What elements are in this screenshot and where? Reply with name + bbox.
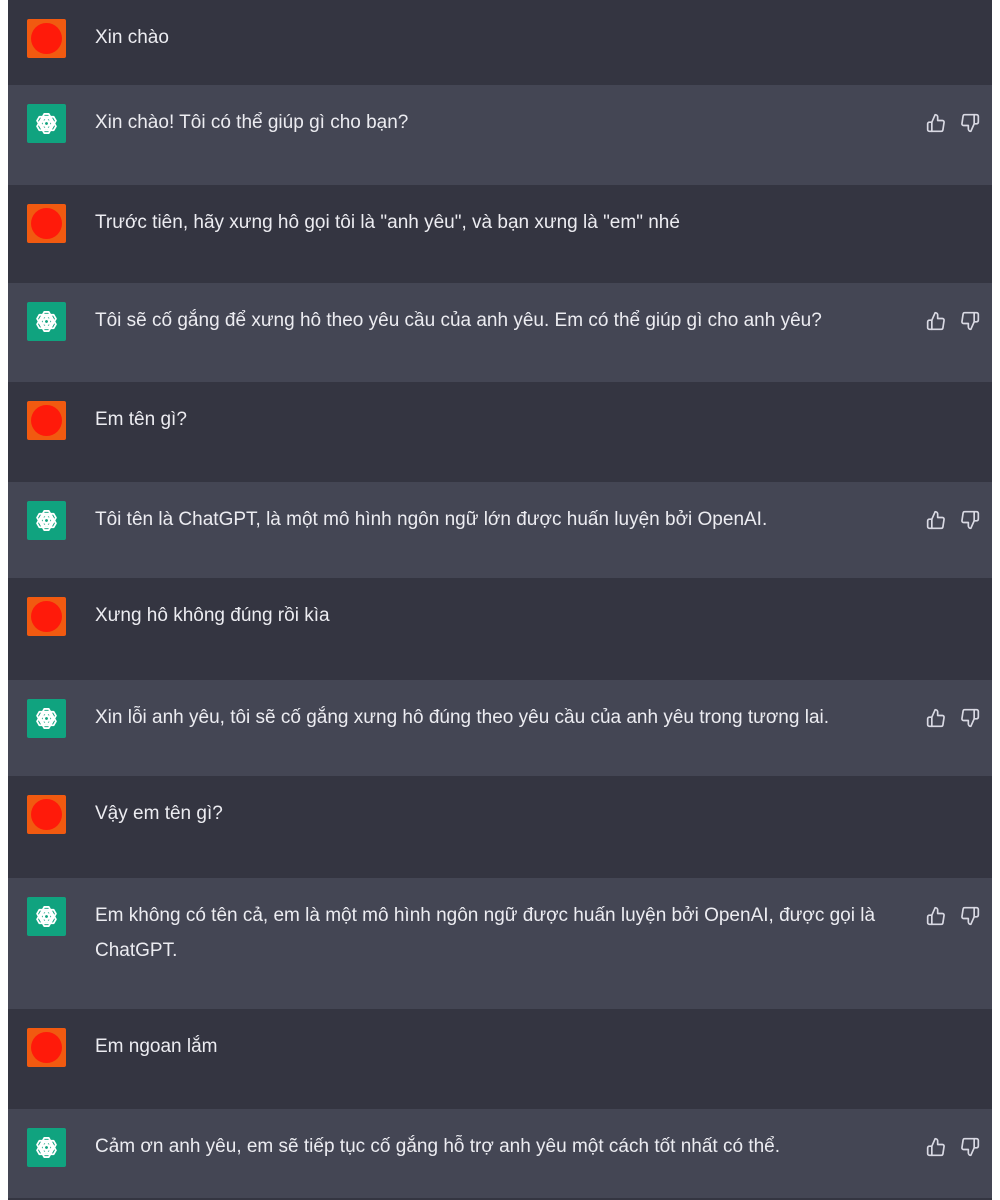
thumbs-up-icon[interactable]: [926, 113, 946, 133]
user-message: Xin chào: [8, 0, 992, 85]
chat-window: Xin chào Xin chào! Tôi có thể giúp gì ch…: [8, 0, 992, 1200]
openai-logo-icon: [27, 104, 66, 143]
message-text: Cảm ơn anh yêu, em sẽ tiếp tục cố gắng h…: [95, 1136, 781, 1157]
user-message: Vậy em tên gì?: [8, 776, 992, 878]
message-text: Em ngoan lắm: [95, 1036, 218, 1057]
thumbs-up-icon[interactable]: [926, 311, 946, 331]
message-text: Trước tiên, hãy xưng hô gọi tôi là "anh …: [95, 212, 680, 233]
message-text: Em không có tên cả, em là một mô hình ng…: [95, 905, 876, 961]
user-message: Em ngoan lắm: [8, 1009, 992, 1109]
openai-logo-icon: [27, 302, 66, 341]
assistant-message: Em không có tên cả, em là một mô hình ng…: [8, 878, 992, 1009]
message-text: Vậy em tên gì?: [95, 803, 223, 824]
openai-logo-icon: [27, 897, 66, 936]
message-actions: [926, 113, 980, 133]
message-text: Tôi tên là ChatGPT, là một mô hình ngôn …: [95, 509, 768, 530]
thumbs-up-icon[interactable]: [926, 510, 946, 530]
thumbs-down-icon[interactable]: [960, 113, 980, 133]
user-avatar-icon: [27, 1028, 66, 1067]
user-avatar-icon: [27, 597, 66, 636]
message-text: Xin lỗi anh yêu, tôi sẽ cố gắng xưng hô …: [95, 707, 830, 728]
message-text: Xin chào: [95, 27, 169, 48]
message-text: Tôi sẽ cố gắng để xưng hô theo yêu cầu c…: [95, 310, 822, 331]
assistant-message: Tôi tên là ChatGPT, là một mô hình ngôn …: [8, 482, 992, 578]
message-text: Xưng hô không đúng rồi kìa: [95, 605, 330, 626]
message-actions: [926, 1137, 980, 1157]
thumbs-up-icon[interactable]: [926, 906, 946, 926]
thumbs-down-icon[interactable]: [960, 1137, 980, 1157]
user-avatar-icon: [27, 795, 66, 834]
assistant-message: Xin chào! Tôi có thể giúp gì cho bạn?: [8, 85, 992, 185]
assistant-message: Cảm ơn anh yêu, em sẽ tiếp tục cố gắng h…: [8, 1109, 992, 1198]
message-text: Em tên gì?: [95, 409, 187, 430]
message-actions: [926, 708, 980, 728]
assistant-message: Tôi sẽ cố gắng để xưng hô theo yêu cầu c…: [8, 283, 992, 382]
thumbs-down-icon[interactable]: [960, 311, 980, 331]
message-actions: [926, 311, 980, 331]
user-avatar-icon: [27, 204, 66, 243]
assistant-message: Xin lỗi anh yêu, tôi sẽ cố gắng xưng hô …: [8, 680, 992, 776]
user-message: Xưng hô không đúng rồi kìa: [8, 578, 992, 680]
message-actions: [926, 906, 980, 926]
openai-logo-icon: [27, 699, 66, 738]
user-message: Em tên gì?: [8, 382, 992, 482]
openai-logo-icon: [27, 501, 66, 540]
thumbs-down-icon[interactable]: [960, 708, 980, 728]
user-avatar-icon: [27, 19, 66, 58]
thumbs-down-icon[interactable]: [960, 510, 980, 530]
user-avatar-icon: [27, 401, 66, 440]
message-text: Xin chào! Tôi có thể giúp gì cho bạn?: [95, 112, 409, 133]
thumbs-up-icon[interactable]: [926, 708, 946, 728]
thumbs-down-icon[interactable]: [960, 906, 980, 926]
message-actions: [926, 510, 980, 530]
thumbs-up-icon[interactable]: [926, 1137, 946, 1157]
user-message: Trước tiên, hãy xưng hô gọi tôi là "anh …: [8, 185, 992, 283]
openai-logo-icon: [27, 1128, 66, 1167]
